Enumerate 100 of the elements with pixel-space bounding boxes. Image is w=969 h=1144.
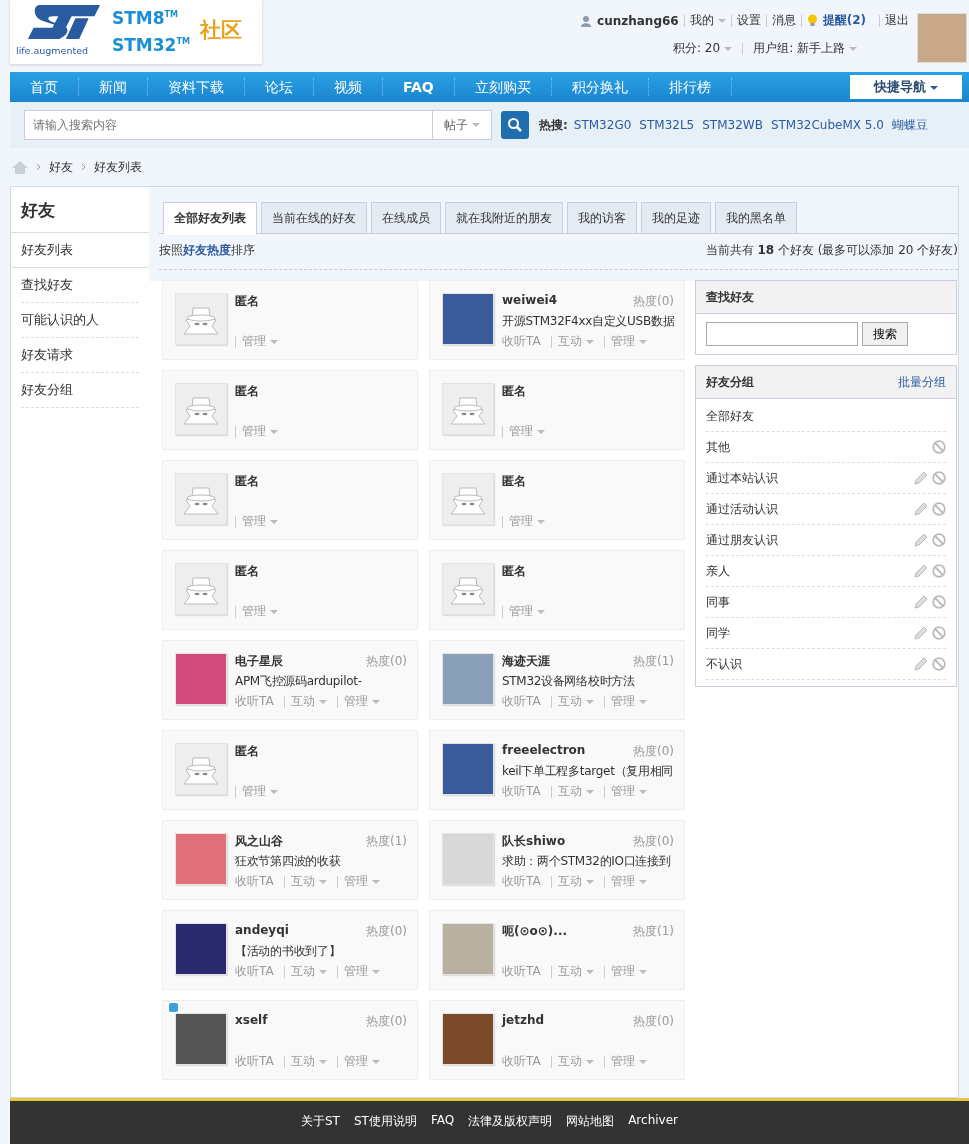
friend-name-link[interactable]: freeelectron <box>502 743 586 759</box>
anonymous-avatar-icon[interactable] <box>175 473 227 525</box>
footer-link[interactable]: FAQ <box>430 1113 455 1144</box>
pencil-icon[interactable] <box>914 657 928 671</box>
footer-link[interactable]: 关于ST <box>301 1113 340 1144</box>
username-link[interactable]: cunzhang66 <box>597 13 679 28</box>
group-link[interactable]: 其他 <box>706 438 730 456</box>
logout-link[interactable]: 退出 <box>885 12 909 29</box>
tab[interactable]: 在线成员 <box>371 202 441 234</box>
friend-name-link[interactable]: xself <box>235 1013 268 1029</box>
pencil-icon[interactable] <box>914 595 928 609</box>
friend-name-link[interactable]: 匿名 <box>502 383 526 399</box>
delete-icon[interactable] <box>932 657 946 671</box>
avatar-photo-placeholder[interactable] <box>175 1013 227 1065</box>
search-field[interactable]: 请输入搜索内容 <box>24 110 432 140</box>
sidebar-item[interactable]: 好友分组 <box>21 373 139 408</box>
search-scope-dropdown[interactable]: 帖子 <box>432 110 492 140</box>
hot-search-link[interactable]: STM32L5 <box>639 118 695 132</box>
latest-post-link[interactable]: APM飞控源码ardupilot- <box>235 674 362 688</box>
delete-icon[interactable] <box>932 595 946 609</box>
breadcrumb-link[interactable]: 好友列表 <box>94 158 142 176</box>
friend-name-link[interactable]: 风之山谷 <box>235 833 283 849</box>
friend-name-link[interactable]: andeyqi <box>235 923 289 939</box>
latest-post-link[interactable]: 开源STM32F4xx自定义USB数据 <box>502 314 675 328</box>
latest-post-link[interactable]: STM32设备网络校时方法 <box>502 674 635 688</box>
delete-icon[interactable] <box>932 440 946 454</box>
points-link[interactable]: 积分: 20 <box>673 40 733 57</box>
pencil-icon[interactable] <box>914 533 928 547</box>
group-link[interactable]: 通过本站认识 <box>706 469 778 487</box>
user-menu-link[interactable]: 消息 <box>771 12 796 29</box>
footer-link[interactable]: Archiver <box>628 1113 678 1144</box>
friend-name-link[interactable]: 匿名 <box>235 563 259 579</box>
user-menu-link[interactable]: 我的 <box>689 12 726 29</box>
group-link[interactable]: 同学 <box>706 624 730 642</box>
tab[interactable]: 当前在线的好友 <box>261 202 367 234</box>
avatar-photo-placeholder[interactable] <box>442 293 494 345</box>
site-logo[interactable]: life.augmented STM8$^{TM}$ STM32$^{TM}$ 社区 <box>10 0 262 64</box>
hot-search-link[interactable]: STM32CubeMX 5.0 <box>770 118 884 132</box>
pencil-icon[interactable] <box>914 564 928 578</box>
delete-icon[interactable] <box>932 533 946 547</box>
pencil-icon[interactable] <box>914 502 928 516</box>
avatar-photo-placeholder[interactable] <box>442 743 494 795</box>
anonymous-avatar-icon[interactable] <box>175 563 227 615</box>
friend-name-link[interactable]: 匿名 <box>235 293 259 309</box>
group-link[interactable]: 通过活动认识 <box>706 500 778 518</box>
search-button[interactable] <box>501 111 529 139</box>
group-link[interactable]: 不认识 <box>706 655 742 673</box>
latest-post-link[interactable]: 【活动的书收到了】 <box>235 944 341 958</box>
friend-name-link[interactable]: 海迹天涯 <box>502 653 550 669</box>
anonymous-avatar-icon[interactable] <box>175 383 227 435</box>
anonymous-avatar-icon[interactable] <box>442 383 494 435</box>
find-friend-field[interactable] <box>706 322 858 346</box>
tab[interactable]: 全部好友列表 <box>163 202 257 235</box>
anonymous-avatar-icon[interactable] <box>175 293 227 345</box>
anonymous-avatar-icon[interactable] <box>442 473 494 525</box>
quick-nav-button[interactable]: 快捷导航 <box>850 75 962 99</box>
home-icon[interactable] <box>12 160 28 174</box>
friend-name-link[interactable]: 电子星辰 <box>235 653 283 669</box>
delete-icon[interactable] <box>932 564 946 578</box>
friend-name-link[interactable]: 呃(⊙o⊙)... <box>502 923 567 939</box>
user-menu-link[interactable]: 设置 <box>736 12 761 29</box>
alerts-link[interactable]: 提醒(2) <box>822 12 866 29</box>
tab[interactable]: 就在我附近的朋友 <box>445 202 563 234</box>
latest-post-link[interactable]: keil下单工程多target（复用相同 <box>502 764 674 778</box>
group-link[interactable]: 亲人 <box>706 562 730 580</box>
latest-post-link[interactable]: 求助：两个STM32的IO口连接到 <box>502 854 671 868</box>
group-link[interactable]: 通过朋友认识 <box>706 531 778 549</box>
friend-name-link[interactable]: 匿名 <box>235 473 259 489</box>
footer-link[interactable]: 网站地图 <box>566 1113 615 1144</box>
group-link[interactable]: 同事 <box>706 593 730 611</box>
friend-name-link[interactable]: 匿名 <box>502 563 526 579</box>
pencil-icon[interactable] <box>914 626 928 640</box>
friend-name-link[interactable]: 队长shiwo <box>502 833 566 849</box>
group-link[interactable]: 全部好友 <box>706 407 754 425</box>
friend-name-link[interactable]: weiwei4 <box>502 293 558 309</box>
pencil-icon[interactable] <box>914 471 928 485</box>
avatar-photo-placeholder[interactable] <box>175 923 227 975</box>
avatar-photo-placeholder[interactable] <box>442 1013 494 1065</box>
friend-name-link[interactable]: jetzhd <box>502 1013 545 1029</box>
footer-link[interactable]: 法律及版权声明 <box>468 1113 553 1144</box>
sidebar-item[interactable]: 查找好友 <box>21 268 139 303</box>
tab[interactable]: 我的足迹 <box>641 202 711 234</box>
latest-post-link[interactable]: 狂欢节第四波的收获 <box>235 854 341 868</box>
hot-search-link[interactable]: 蝴蝶豆 <box>891 116 928 134</box>
delete-icon[interactable] <box>932 502 946 516</box>
friend-name-link[interactable]: 匿名 <box>235 383 259 399</box>
user-group-link[interactable]: 用户组: 新手上路 <box>753 40 857 57</box>
find-button[interactable]: 搜索 <box>862 322 908 346</box>
tab[interactable]: 我的访客 <box>567 202 637 234</box>
sidebar-item[interactable]: 好友请求 <box>21 338 139 373</box>
delete-icon[interactable] <box>932 626 946 640</box>
footer-link[interactable]: ST使用说明 <box>353 1113 417 1144</box>
batch-group-link[interactable]: 批量分组 <box>898 373 946 391</box>
delete-icon[interactable] <box>932 471 946 485</box>
anonymous-avatar-icon[interactable] <box>175 743 227 795</box>
breadcrumb-link[interactable]: 好友 <box>49 158 73 176</box>
friend-name-link[interactable]: 匿名 <box>502 473 526 489</box>
sidebar-item[interactable]: 可能认识的人 <box>21 303 139 338</box>
friend-name-link[interactable]: 匿名 <box>235 743 259 759</box>
hot-search-link[interactable]: STM32G0 <box>573 118 632 132</box>
